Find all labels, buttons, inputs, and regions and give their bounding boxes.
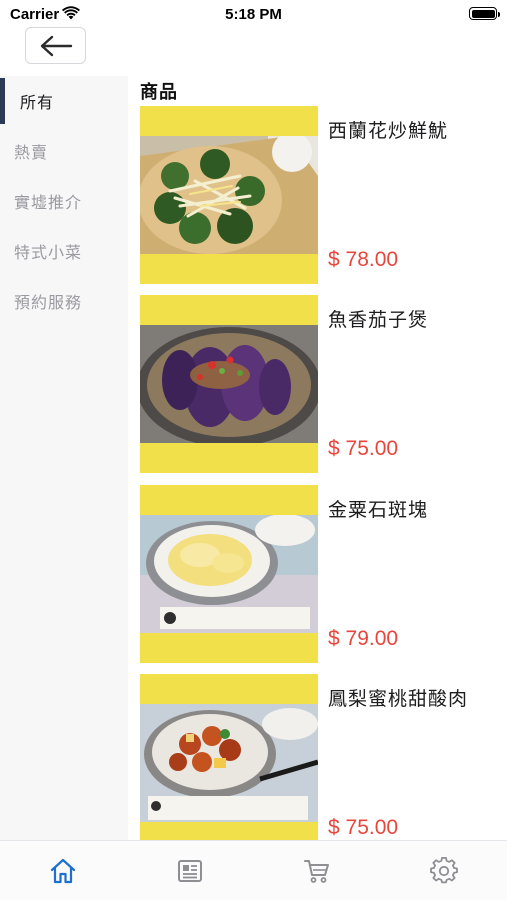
sidebar-item-label: 熱賣 (14, 145, 49, 162)
product-name: 西蘭花炒鮮魷 (328, 121, 449, 142)
category-sidebar: 所有 熱賣 實墟推介 特式小菜 預約服務 (0, 76, 128, 840)
section-title: 商品 (140, 82, 178, 102)
sidebar-item-reservation[interactable]: 預約服務 (0, 276, 128, 326)
sidebar-item-label: 特式小菜 (14, 245, 83, 262)
product-name: 金粟石斑塊 (328, 500, 429, 521)
product-card[interactable]: 鳳梨蜜桃甜酸肉 $ 75.00 (140, 674, 507, 852)
food-photo-grouper-corn (140, 515, 318, 633)
back-button[interactable] (25, 27, 86, 64)
product-card[interactable]: 魚香茄子煲 $ 75.00 (140, 295, 507, 473)
sidebar-item-label: 預約服務 (14, 295, 83, 312)
cart-icon (303, 860, 329, 883)
product-image[interactable] (140, 485, 318, 663)
tab-news[interactable] (127, 841, 254, 900)
settings-icon (429, 857, 458, 884)
tab-bar (0, 840, 507, 900)
product-card[interactable]: 金粟石斑塊 $ 79.00 (140, 485, 507, 663)
sidebar-item-label: 所有 (20, 95, 55, 112)
tab-cart[interactable] (254, 841, 381, 900)
status-bar: Carrier 5:18 PM (0, 0, 507, 28)
sidebar-item-all[interactable]: 所有 (0, 76, 128, 126)
product-card[interactable]: 西蘭花炒鮮魷 $ 78.00 (140, 106, 507, 284)
product-name: 鳳梨蜜桃甜酸肉 (328, 689, 469, 710)
product-image[interactable] (140, 295, 318, 473)
battery-icon (469, 7, 500, 20)
food-photo-sweet-sour-pork (140, 704, 318, 822)
sidebar-item-label: 實墟推介 (14, 195, 83, 212)
product-price: $ 75.00 (328, 437, 399, 460)
sidebar-item-hot[interactable]: 熱賣 (0, 126, 128, 176)
product-price: $ 78.00 (328, 248, 399, 271)
sidebar-item-recommended[interactable]: 實墟推介 (0, 176, 128, 226)
product-price: $ 79.00 (328, 627, 399, 650)
product-image[interactable] (140, 674, 318, 852)
food-photo-eggplant-claypot (140, 325, 318, 443)
arrow-left-icon (40, 35, 72, 56)
product-name: 魚香茄子煲 (328, 310, 429, 331)
clock: 5:18 PM (225, 6, 282, 23)
product-price: $ 75.00 (328, 816, 399, 839)
product-image[interactable] (140, 106, 318, 284)
food-photo-broccoli-squid (140, 136, 318, 254)
news-icon (178, 860, 203, 882)
sidebar-item-specials[interactable]: 特式小菜 (0, 226, 128, 276)
tab-settings[interactable] (380, 841, 507, 900)
home-icon (51, 858, 76, 884)
tab-home[interactable] (0, 841, 127, 900)
